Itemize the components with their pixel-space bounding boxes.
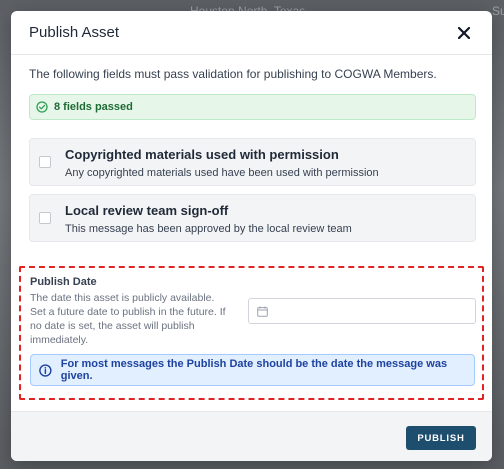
publish-date-info: For most messages the Publish Date shoul… — [30, 354, 475, 386]
fields-passed-label: 8 fields passed — [54, 101, 133, 113]
check-circle-icon — [36, 101, 48, 113]
modal-footer: PUBLISH — [11, 411, 492, 461]
copyright-check-description: Any copyrighted materials used have been… — [65, 167, 379, 179]
info-icon — [39, 363, 52, 377]
publish-date-field[interactable] — [248, 298, 476, 324]
publish-asset-modal: Publish Asset The following fields must … — [11, 11, 492, 461]
copyright-check-title: Copyrighted materials used with permissi… — [65, 147, 339, 162]
publish-date-input[interactable] — [274, 305, 475, 317]
publish-date-section: Publish Date The date this asset is publ… — [19, 266, 484, 400]
publish-date-description: The date this asset is publicly availabl… — [30, 292, 226, 346]
fields-passed-banner: 8 fields passed — [29, 94, 476, 120]
background-right-text: Su — [492, 4, 504, 18]
review-check-card[interactable]: Local review team sign-off This message … — [29, 194, 476, 242]
publish-button[interactable]: PUBLISH — [406, 426, 476, 450]
calendar-icon — [257, 306, 268, 317]
copyright-check-card[interactable]: Copyrighted materials used with permissi… — [29, 138, 476, 186]
review-check-description: This message has been approved by the lo… — [65, 223, 352, 235]
publish-date-label: Publish Date — [30, 276, 97, 288]
publish-date-info-text: For most messages the Publish Date shoul… — [60, 358, 448, 382]
modal-header: Publish Asset — [11, 11, 492, 55]
review-checkbox[interactable] — [39, 212, 51, 224]
copyright-checkbox[interactable] — [39, 156, 51, 168]
close-icon — [458, 26, 470, 39]
close-button[interactable] — [454, 23, 474, 43]
review-check-title: Local review team sign-off — [65, 203, 229, 218]
validation-intro: The following fields must pass validatio… — [29, 67, 437, 81]
modal-title: Publish Asset — [29, 24, 120, 41]
